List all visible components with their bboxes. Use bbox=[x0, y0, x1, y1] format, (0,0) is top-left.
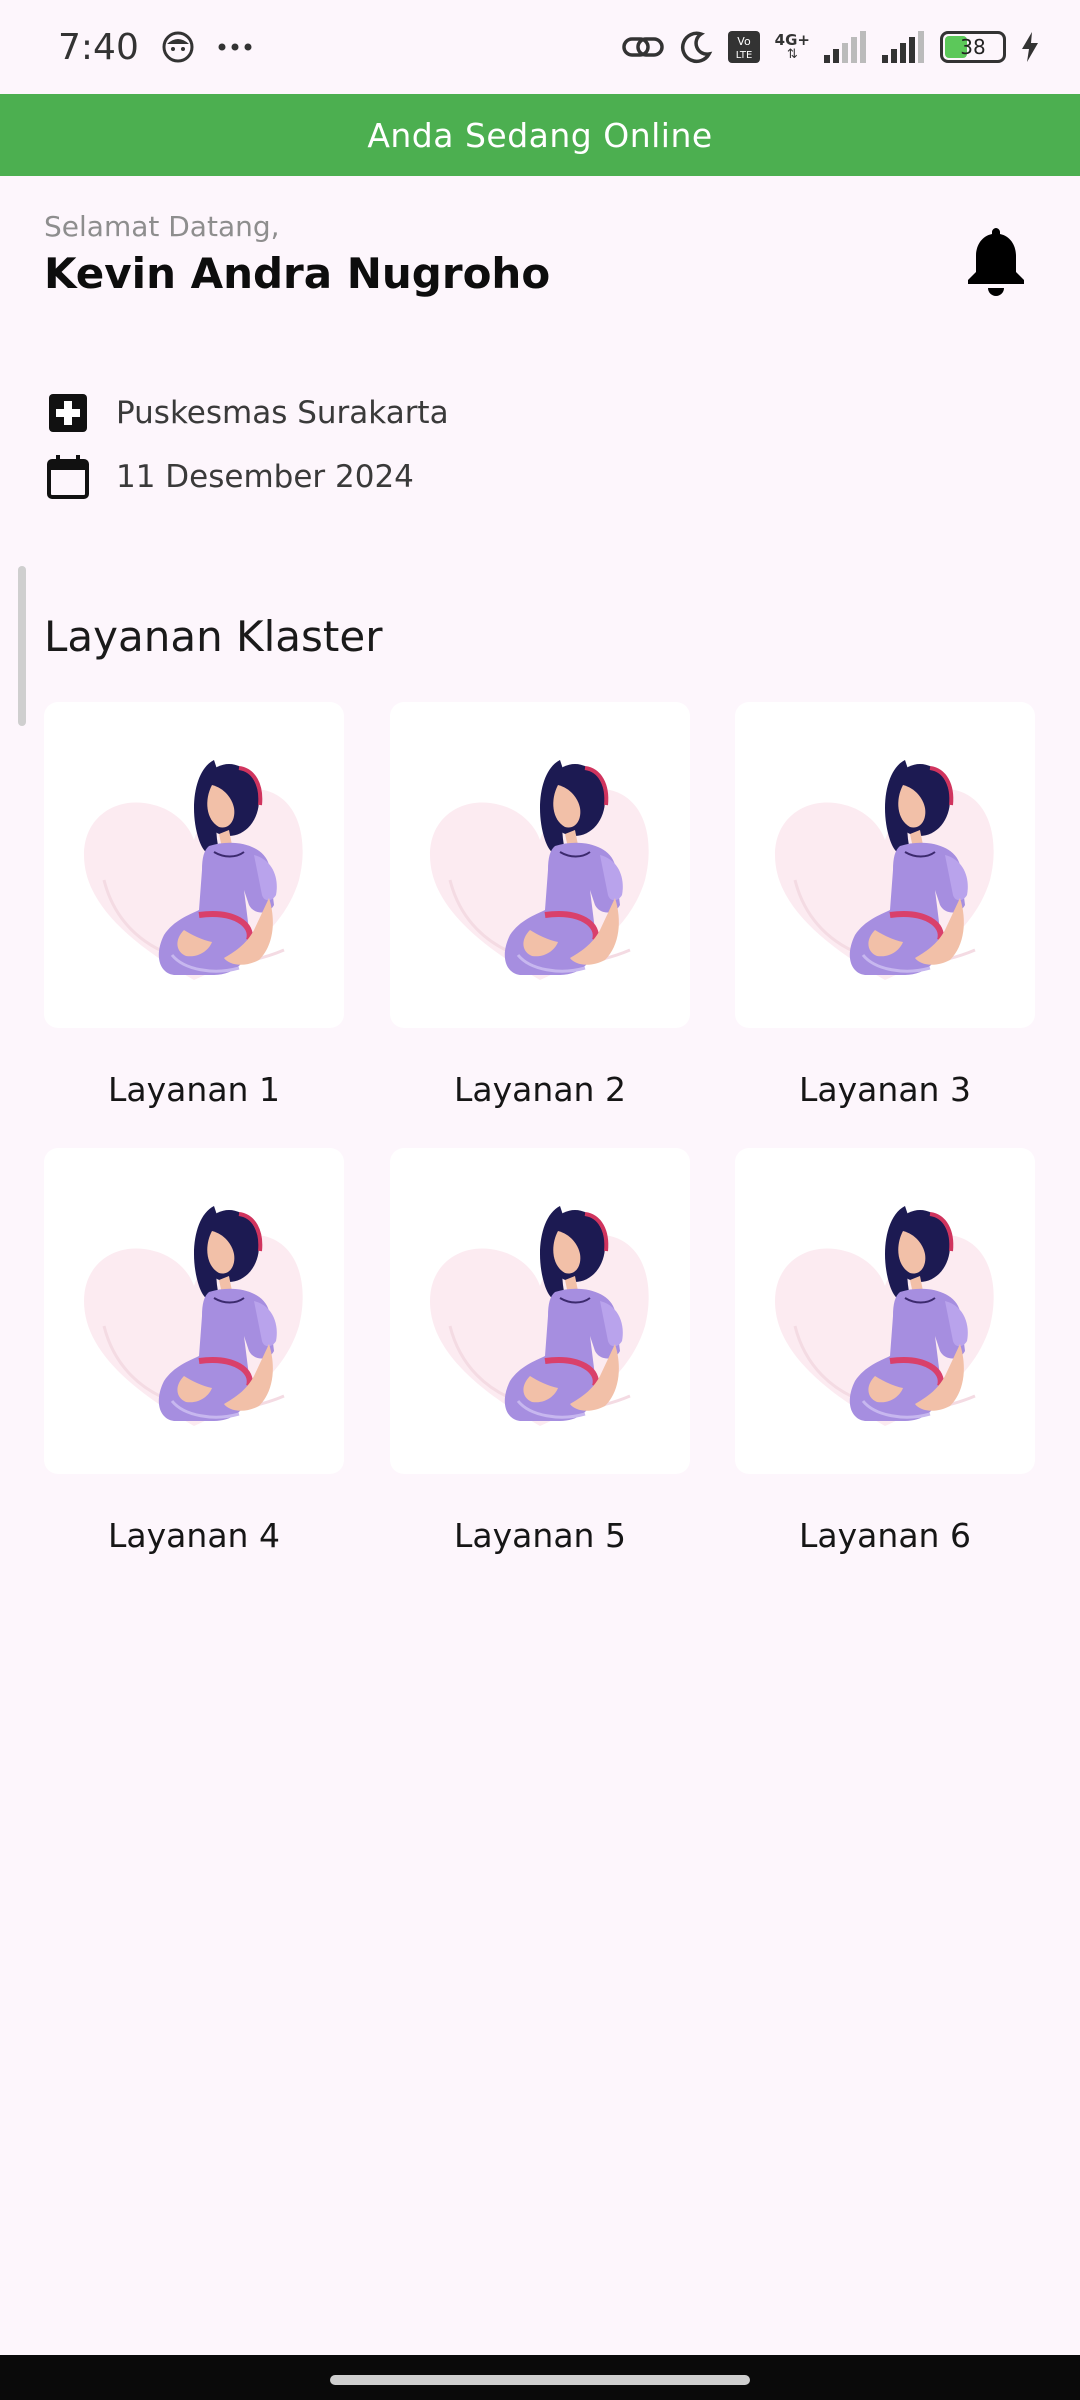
service-label: Layanan 1 bbox=[108, 1070, 280, 1109]
service-label: Layanan 3 bbox=[799, 1070, 971, 1109]
facility-row: Puskesmas Surakarta bbox=[44, 389, 449, 437]
service-label: Layanan 6 bbox=[799, 1516, 971, 1555]
greeting-text: Selamat Datang, bbox=[44, 210, 280, 243]
service-label: Layanan 2 bbox=[454, 1070, 626, 1109]
scrollbar[interactable] bbox=[18, 566, 26, 726]
data-arrows-icon: ⇅ bbox=[786, 47, 798, 62]
service-card-5[interactable]: Layanan 5 bbox=[390, 1148, 690, 1555]
current-date: 11 Desember 2024 bbox=[116, 459, 414, 495]
signal-icon bbox=[824, 31, 866, 63]
clock: 7:40 bbox=[58, 26, 139, 68]
volte-icon: Vo LTE bbox=[727, 31, 760, 63]
link-icon bbox=[621, 37, 664, 57]
facility-name: Puskesmas Surakarta bbox=[116, 395, 449, 431]
service-image[interactable] bbox=[44, 702, 344, 1028]
service-image[interactable] bbox=[390, 702, 690, 1028]
moon-icon bbox=[680, 31, 712, 64]
service-card-1[interactable]: Layanan 1 bbox=[44, 702, 344, 1109]
user-name: Kevin Andra Nugroho bbox=[44, 249, 551, 298]
service-card-2[interactable]: Layanan 2 bbox=[390, 702, 690, 1109]
more-dots-icon bbox=[218, 43, 252, 51]
pregnant-woman-illustration bbox=[84, 760, 303, 980]
service-image[interactable] bbox=[390, 1148, 690, 1474]
service-label: Layanan 5 bbox=[454, 1516, 626, 1555]
online-status-banner: Anda Sedang Online bbox=[0, 94, 1080, 176]
home-gesture-handle[interactable] bbox=[330, 2375, 750, 2385]
pregnant-woman-illustration bbox=[430, 760, 649, 980]
service-image[interactable] bbox=[735, 702, 1035, 1028]
battery-level: 38 bbox=[960, 35, 986, 59]
service-image[interactable] bbox=[735, 1148, 1035, 1474]
status-bar-left: 7:40 bbox=[58, 27, 253, 68]
pregnant-woman-illustration bbox=[430, 1206, 649, 1426]
section-title: Layanan Klaster bbox=[44, 612, 383, 661]
pregnant-woman-illustration bbox=[84, 1206, 303, 1426]
navigation-bar bbox=[0, 2355, 1080, 2400]
charging-icon bbox=[1022, 32, 1038, 62]
status-bar: 7:40 Vo LTE 4G+ ⇅ 38 bbox=[0, 0, 1080, 94]
welcome-header: Selamat Datang, Kevin Andra Nugroho bbox=[44, 210, 1036, 298]
network-label: 4G+ bbox=[774, 31, 810, 49]
pregnant-woman-illustration bbox=[775, 760, 994, 980]
battery-icon: 38 bbox=[940, 31, 1006, 63]
service-card-4[interactable]: Layanan 4 bbox=[44, 1148, 344, 1555]
calendar-icon bbox=[47, 455, 89, 499]
signal-icon bbox=[882, 31, 924, 63]
pregnant-woman-illustration bbox=[775, 1206, 994, 1426]
svg-text:Vo: Vo bbox=[737, 35, 751, 48]
service-card-3[interactable]: Layanan 3 bbox=[735, 702, 1035, 1109]
date-row: 11 Desember 2024 bbox=[44, 453, 414, 501]
service-image[interactable] bbox=[44, 1148, 344, 1474]
service-label: Layanan 4 bbox=[108, 1516, 280, 1555]
medical-cross-icon bbox=[49, 394, 87, 432]
network-type: 4G+ ⇅ bbox=[774, 31, 810, 62]
svg-text:LTE: LTE bbox=[735, 50, 752, 61]
status-bar-right: Vo LTE 4G+ ⇅ 38 bbox=[621, 30, 1040, 64]
face-icon bbox=[162, 31, 194, 63]
bell-icon[interactable] bbox=[964, 224, 1028, 300]
service-card-6[interactable]: Layanan 6 bbox=[735, 1148, 1035, 1555]
